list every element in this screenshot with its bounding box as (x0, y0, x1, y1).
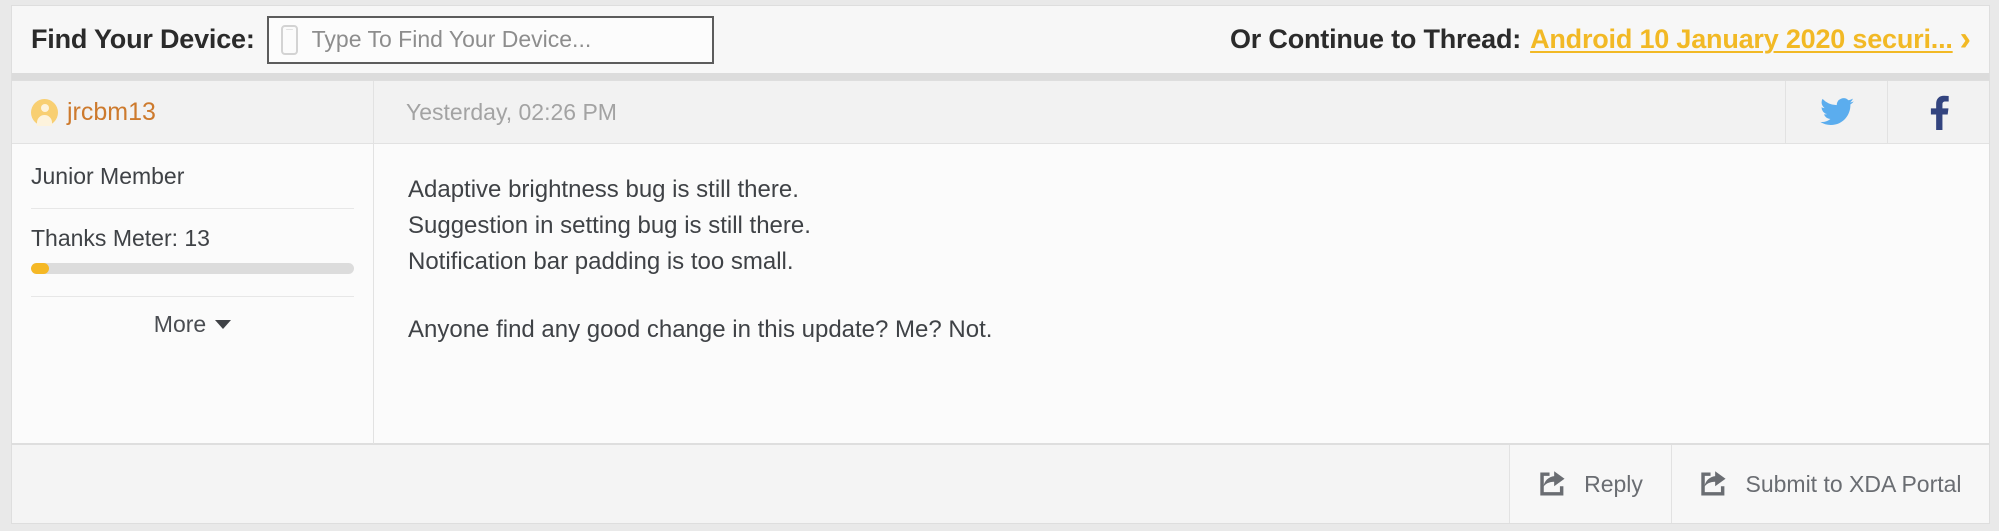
submit-to-portal-label: Submit to XDA Portal (1745, 470, 1962, 497)
reply-button[interactable]: Reply (1509, 445, 1671, 523)
facebook-f-icon (1930, 95, 1949, 130)
chevron-down-icon (215, 320, 232, 329)
chevron-right-icon[interactable]: › (1960, 22, 1971, 56)
search-input[interactable] (311, 19, 692, 60)
twitter-bird-icon (1819, 98, 1854, 126)
thanks-meter-label: Thanks Meter: 13 (31, 225, 210, 251)
find-device-label: Find Your Device: (31, 24, 255, 54)
find-device-group: Find Your Device: (12, 15, 714, 64)
topbar-divider (11, 73, 1990, 80)
share-twitter-button[interactable] (1785, 81, 1887, 143)
reply-label: Reply (1584, 470, 1643, 497)
continue-to-thread-label: Or Continue to Thread: (1229, 24, 1522, 54)
post-line-3: Notification bar padding is too small. (408, 248, 794, 275)
more-dropdown[interactable]: More (31, 296, 354, 338)
thread-link[interactable]: Android 10 January 2020 securi... (1530, 24, 1953, 55)
post-actions-bar: Reply Submit to XDA Portal (11, 444, 1990, 524)
post-body: Junior Member Thanks Meter: 13 More Adap… (12, 144, 1989, 444)
thanks-meter-bar (31, 263, 354, 274)
author-sidebar: Junior Member Thanks Meter: 13 More (12, 144, 374, 444)
share-arrow-icon (1540, 471, 1565, 496)
submit-to-portal-button[interactable]: Submit to XDA Portal (1671, 445, 1989, 523)
continue-to-thread-group: Or Continue to Thread: Android 10 Januar… (1229, 22, 1989, 57)
share-arrow-icon (1701, 471, 1727, 496)
post-line-2: Suggestion in setting bug is still there… (408, 212, 811, 239)
member-rank: Junior Member (31, 144, 354, 209)
find-device-bar: Find Your Device: Or Continue to Thread:… (11, 5, 1990, 73)
user-avatar-icon (31, 98, 58, 126)
post-content: Adaptive brightness bug is still there. … (374, 144, 1989, 444)
device-search-box[interactable] (266, 15, 714, 64)
more-label: More (153, 311, 207, 337)
thanks-meter-fill (31, 263, 49, 274)
mobile-phone-icon (280, 24, 298, 55)
post-card: jrcbm13 Yesterday, 02:26 PM Junior Membe… (11, 80, 1990, 444)
forum-post-page: Find Your Device: Or Continue to Thread:… (0, 0, 1999, 531)
post-author-cell: jrcbm13 (12, 81, 374, 143)
share-facebook-button[interactable] (1887, 81, 1989, 143)
author-name[interactable]: jrcbm13 (67, 98, 156, 127)
post-line-4: Anyone find any good change in this upda… (408, 316, 993, 343)
post-header: jrcbm13 Yesterday, 02:26 PM (12, 81, 1989, 144)
post-timestamp: Yesterday, 02:26 PM (406, 98, 617, 125)
post-line-1: Adaptive brightness bug is still there. (408, 176, 799, 203)
